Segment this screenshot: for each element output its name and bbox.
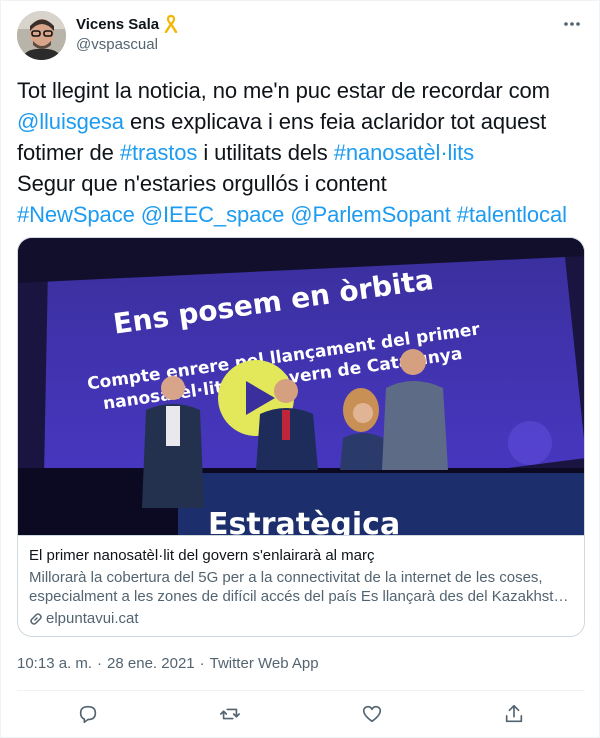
name-row: Vicens Sala bbox=[76, 15, 178, 33]
mention-link[interactable]: @IEEC_space bbox=[141, 202, 285, 227]
more-options-icon[interactable] bbox=[563, 15, 581, 33]
card-domain: elpuntavui.cat bbox=[29, 610, 139, 627]
avatar-photo bbox=[17, 11, 66, 60]
separator-dot: · bbox=[97, 655, 103, 672]
divider bbox=[17, 690, 585, 691]
tweet-source[interactable]: Twitter Web App bbox=[210, 655, 319, 672]
tweet-date[interactable]: 28 ene. 2021 bbox=[107, 655, 195, 672]
tweet-metadata: 10:13 a. m. · 28 ene. 2021 · Twitter Web App bbox=[17, 655, 319, 672]
podium-text: Estratègica bbox=[208, 507, 400, 535]
avatar[interactable] bbox=[17, 11, 66, 60]
card-image: Ens posem en òrbita Compte enrere pel ll… bbox=[18, 238, 584, 535]
card-title: El primer nanosatèl·lit del govern s'enl… bbox=[29, 547, 375, 564]
tweet-line: @lluisgesa ens explicava i ens feia acla… bbox=[17, 106, 592, 137]
share-icon[interactable] bbox=[503, 703, 525, 725]
card-body: El primer nanosatèl·lit del govern s'enl… bbox=[18, 535, 584, 636]
display-name[interactable]: Vicens Sala bbox=[76, 16, 159, 33]
link-preview-card[interactable]: Ens posem en òrbita Compte enrere pel ll… bbox=[17, 237, 585, 637]
card-domain-text: elpuntavui.cat bbox=[46, 610, 139, 627]
tweet-line: #NewSpace @IEEC_space @ParlemSopant #tal… bbox=[17, 199, 592, 230]
card-description: Millorarà la cobertura del 5G per a la c… bbox=[29, 568, 574, 606]
retweet-icon[interactable] bbox=[219, 703, 241, 725]
mention-link[interactable]: @ParlemSopant bbox=[290, 202, 451, 227]
tweet-line: Segur que n'estaries orgullós i content bbox=[17, 168, 592, 199]
hashtag-link[interactable]: #NewSpace bbox=[17, 202, 135, 227]
tweet: Vicens Sala @vspascual Tot llegint la no… bbox=[0, 0, 600, 738]
tweet-text-span: fotimer de bbox=[17, 140, 120, 165]
hashtag-link[interactable]: #nanosatèl·lits bbox=[334, 140, 474, 165]
tweet-text-span: ens explicava i ens feia aclaridor tot a… bbox=[123, 109, 547, 134]
hashtag-link[interactable]: #trastos bbox=[120, 140, 198, 165]
separator-dot: · bbox=[199, 655, 205, 672]
reply-icon[interactable] bbox=[77, 703, 99, 725]
tweet-line: fotimer de #trastos i utilitats dels #na… bbox=[17, 137, 592, 168]
mention-link[interactable]: @lluisgesa bbox=[17, 109, 124, 134]
tweet-text-span: Segur que n'estaries orgullós i content bbox=[17, 171, 387, 196]
handle[interactable]: @vspascual bbox=[76, 36, 158, 53]
tweet-text-span: Tot llegint la noticia, no me'n puc esta… bbox=[17, 78, 550, 103]
like-icon[interactable] bbox=[361, 703, 383, 725]
tweet-text-span: i utilitats dels bbox=[197, 140, 334, 165]
tweet-time[interactable]: 10:13 a. m. bbox=[17, 655, 92, 672]
hashtag-link[interactable]: #talentlocal bbox=[457, 202, 567, 227]
action-bar bbox=[1, 701, 600, 729]
link-icon bbox=[30, 612, 42, 625]
yellow-ribbon-icon bbox=[164, 15, 178, 33]
tweet-line: Tot llegint la noticia, no me'n puc esta… bbox=[17, 75, 592, 106]
tweet-text: Tot llegint la noticia, no me'n puc esta… bbox=[17, 75, 592, 230]
card-description-line: Millorarà la cobertura del 5G per a la c… bbox=[29, 569, 543, 586]
card-description-line: especialment a les zones de difícil accé… bbox=[29, 588, 574, 605]
